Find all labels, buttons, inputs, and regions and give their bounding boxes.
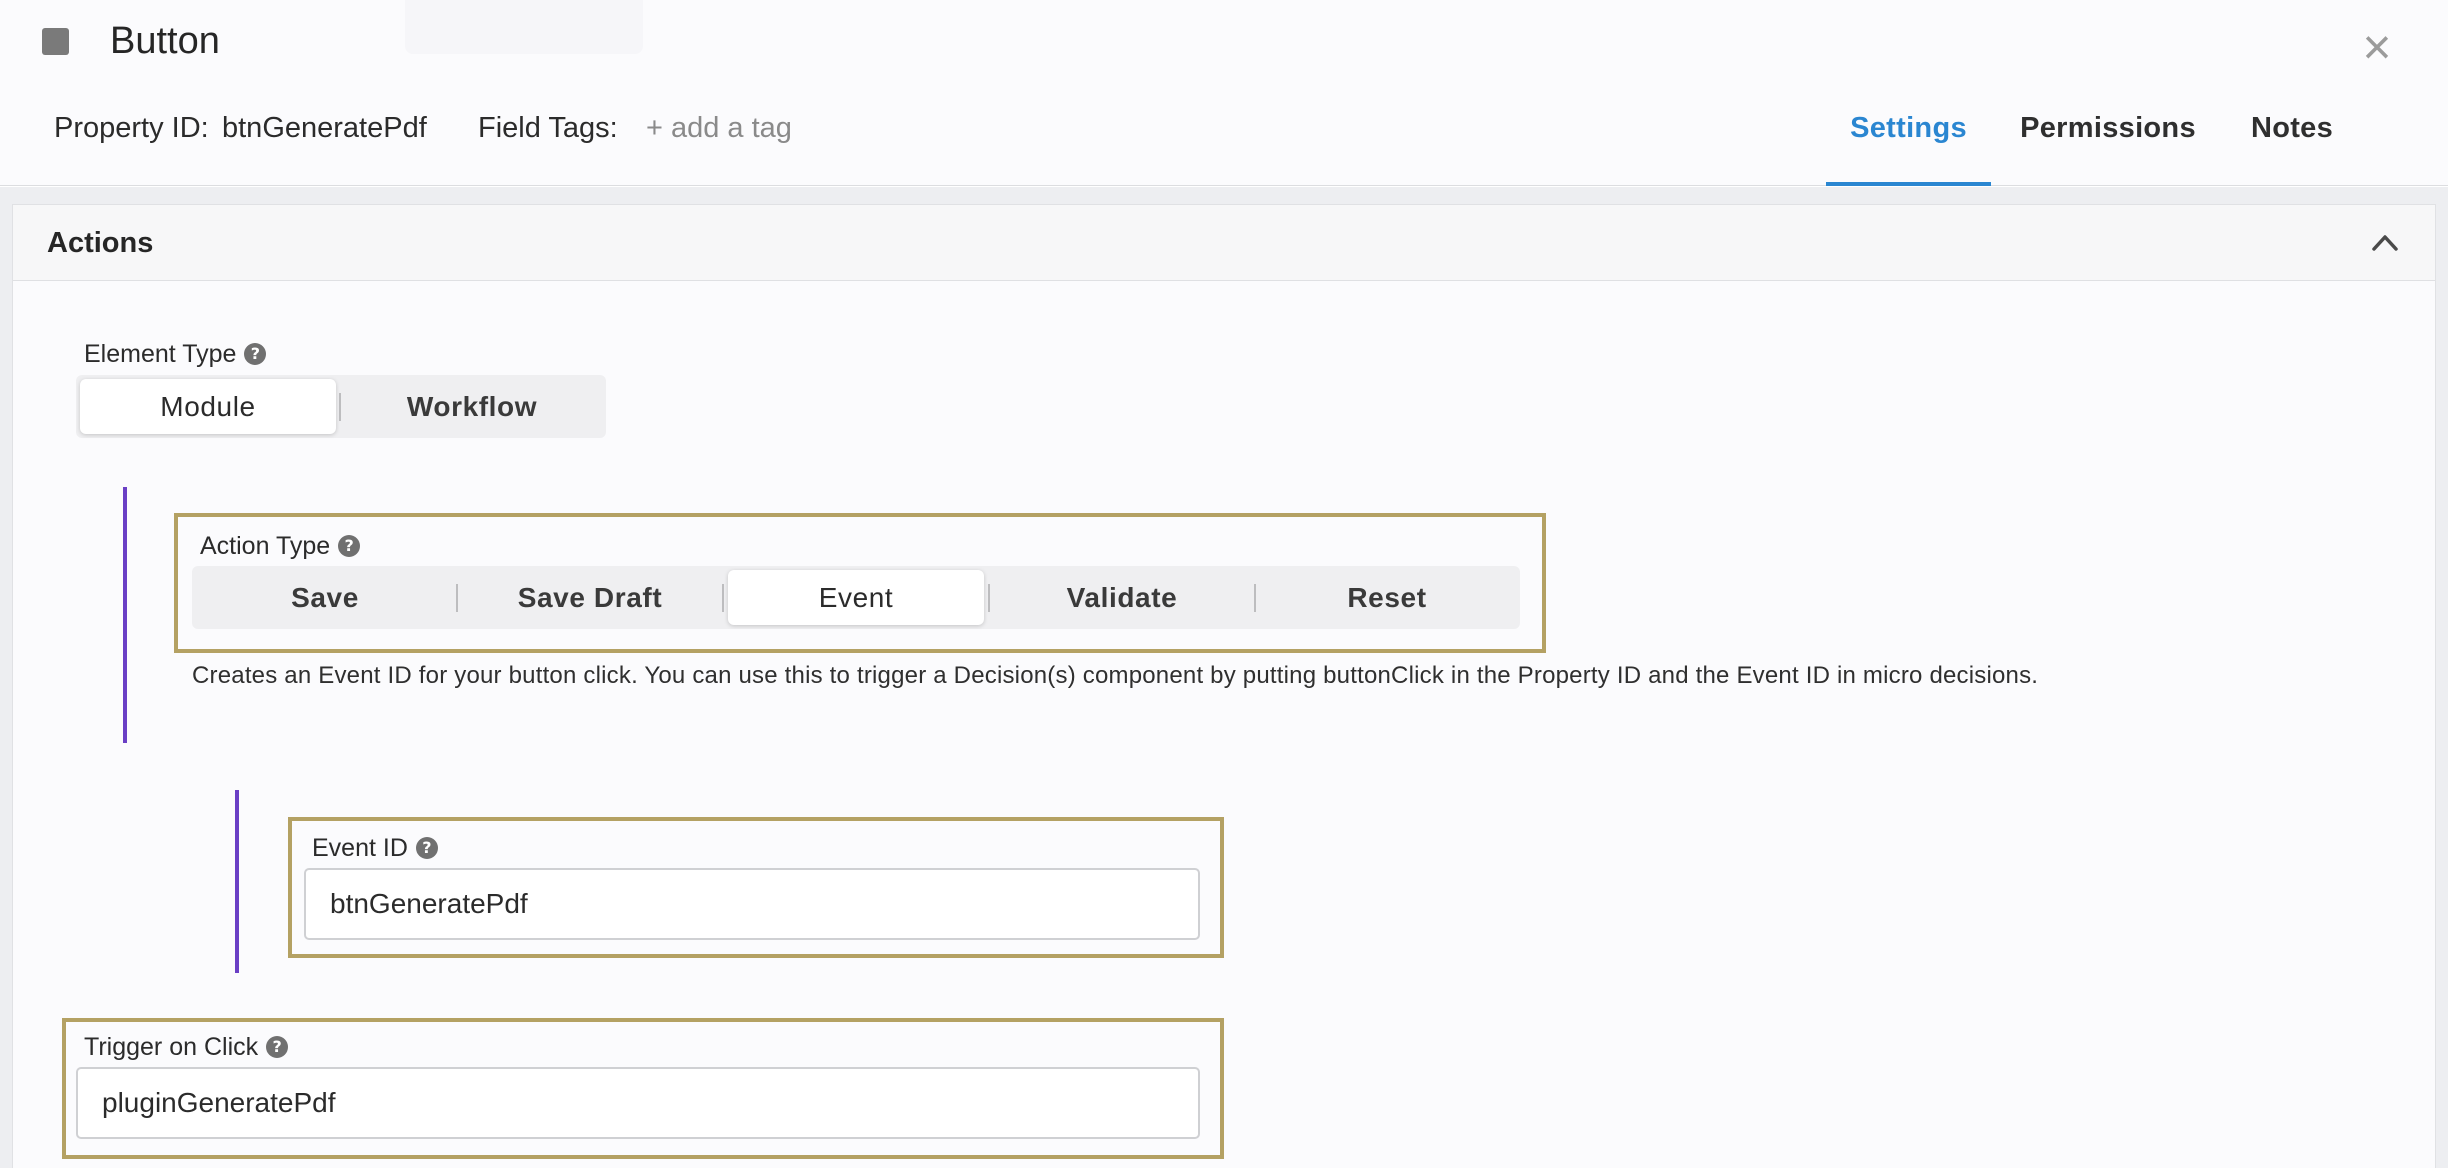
segment-divider <box>988 584 990 612</box>
action-type-label-text: Action Type <box>200 532 331 560</box>
element-type-label-text: Element Type <box>84 340 237 368</box>
action-type-event[interactable]: Event <box>728 570 984 625</box>
property-id-label: Property ID: <box>54 112 209 144</box>
component-square-icon <box>42 28 69 55</box>
add-tag-link[interactable]: + add a tag <box>646 112 792 145</box>
panel-title: Actions <box>47 227 154 259</box>
nesting-line <box>123 487 127 743</box>
action-type-save[interactable]: Save <box>196 570 454 625</box>
action-type-save-draft[interactable]: Save Draft <box>460 570 720 625</box>
action-type-reset[interactable]: Reset <box>1258 570 1516 625</box>
nesting-line <box>235 790 239 973</box>
page-title: Button <box>110 20 220 62</box>
segment-divider <box>339 393 341 421</box>
chevron-up-icon[interactable] <box>2371 231 2399 253</box>
event-id-label: Event ID? <box>312 834 438 863</box>
action-type-validate[interactable]: Validate <box>992 570 1252 625</box>
tab-notes[interactable]: Notes <box>2238 112 2346 186</box>
element-type-label: Element Type? <box>84 340 267 369</box>
background-button-ghost <box>405 0 643 54</box>
action-type-selector: Save Save Draft Event Validate Reset <box>192 566 1520 629</box>
help-icon[interactable]: ? <box>266 1036 289 1058</box>
help-icon[interactable]: ? <box>244 343 267 365</box>
field-tags-label: Field Tags: <box>478 112 618 144</box>
segment-divider <box>1254 584 1256 612</box>
segment-divider <box>456 584 458 612</box>
help-icon[interactable]: ? <box>338 535 361 557</box>
close-icon[interactable]: × <box>2357 22 2397 72</box>
tab-settings[interactable]: Settings <box>1826 112 1991 186</box>
element-type-selector: Module Workflow <box>76 375 606 438</box>
tab-permissions[interactable]: Permissions <box>2012 112 2204 186</box>
action-type-description: Creates an Event ID for your button clic… <box>192 662 2039 689</box>
event-id-label-text: Event ID <box>312 834 408 862</box>
action-type-label: Action Type? <box>200 532 361 561</box>
element-type-module[interactable]: Module <box>80 379 336 434</box>
help-icon[interactable]: ? <box>415 837 438 859</box>
trigger-on-click-input[interactable] <box>76 1067 1200 1139</box>
event-id-input[interactable] <box>304 868 1200 940</box>
actions-panel-header[interactable]: Actions <box>13 205 2435 281</box>
trigger-on-click-label: Trigger on Click? <box>84 1033 289 1062</box>
property-id-value: btnGeneratePdf <box>222 112 427 144</box>
segment-divider <box>722 584 724 612</box>
trigger-on-click-label-text: Trigger on Click <box>84 1033 259 1061</box>
modal-header: Button × Property ID: btnGeneratePdf Fie… <box>0 0 2448 186</box>
element-type-workflow[interactable]: Workflow <box>342 379 602 434</box>
